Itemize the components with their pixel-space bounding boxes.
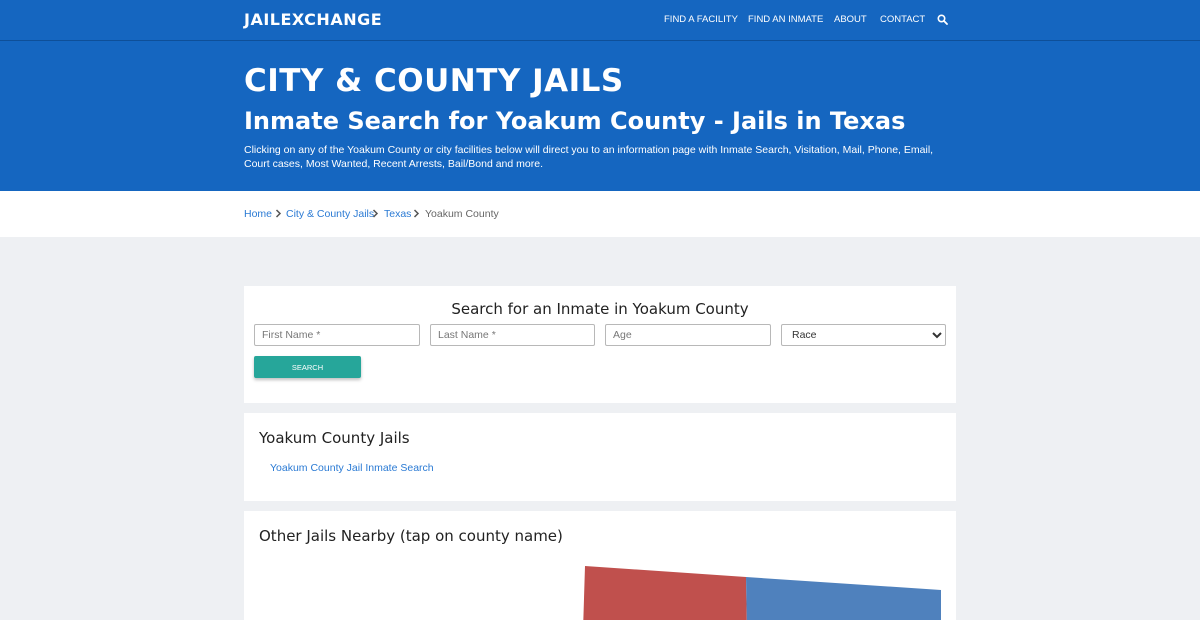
search-button[interactable]: SEARCH [254, 356, 361, 378]
nearby-counties-map [583, 566, 941, 620]
chevron-right-icon [372, 209, 379, 218]
chevron-right-icon [275, 209, 282, 218]
first-name-input[interactable] [254, 324, 420, 346]
race-select[interactable]: Race [781, 324, 946, 346]
breadcrumb-yoakum-county: Yoakum County [425, 208, 499, 220]
last-name-input[interactable] [430, 324, 595, 346]
search-icon[interactable] [937, 14, 948, 25]
top-navbar: JAILEXCHANGE FIND A FACILITY FIND AN INM… [0, 0, 1200, 40]
nav-about[interactable]: ABOUT [834, 14, 867, 25]
page-subtitle: Inmate Search for Yoakum County - Jails … [244, 107, 906, 135]
chevron-right-icon [413, 209, 420, 218]
county-jails-heading: Yoakum County Jails [259, 429, 410, 447]
hero-banner: CITY & COUNTY JAILS Inmate Search for Yo… [0, 40, 1200, 191]
breadcrumb-texas[interactable]: Texas [384, 208, 411, 220]
age-input[interactable] [605, 324, 771, 346]
jail-link-yoakum-county[interactable]: Yoakum County Jail Inmate Search [270, 462, 434, 474]
site-logo[interactable]: JAILEXCHANGE [244, 10, 382, 29]
page-title: CITY & COUNTY JAILS [244, 63, 624, 99]
county-jails-card: Yoakum County Jails Yoakum County Jail I… [244, 413, 956, 501]
page-description: Clicking on any of the Yoakum County or … [244, 144, 934, 170]
breadcrumb-home[interactable]: Home [244, 208, 272, 220]
breadcrumb: Home City & County Jails Texas Yoakum Co… [0, 191, 1200, 237]
nav-find-inmate[interactable]: FIND AN INMATE [748, 14, 823, 25]
nav-find-facility[interactable]: FIND A FACILITY [664, 14, 738, 25]
nearby-jails-card: Other Jails Nearby (tap on county name) [244, 511, 956, 620]
search-card-title: Search for an Inmate in Yoakum County [451, 300, 749, 318]
nav-contact[interactable]: CONTACT [880, 14, 925, 25]
map-county-region[interactable] [583, 566, 747, 620]
inmate-search-card: Search for an Inmate in Yoakum County Ra… [244, 286, 956, 403]
breadcrumb-city-county-jails[interactable]: City & County Jails [286, 208, 374, 220]
map-county-region[interactable] [746, 577, 941, 620]
